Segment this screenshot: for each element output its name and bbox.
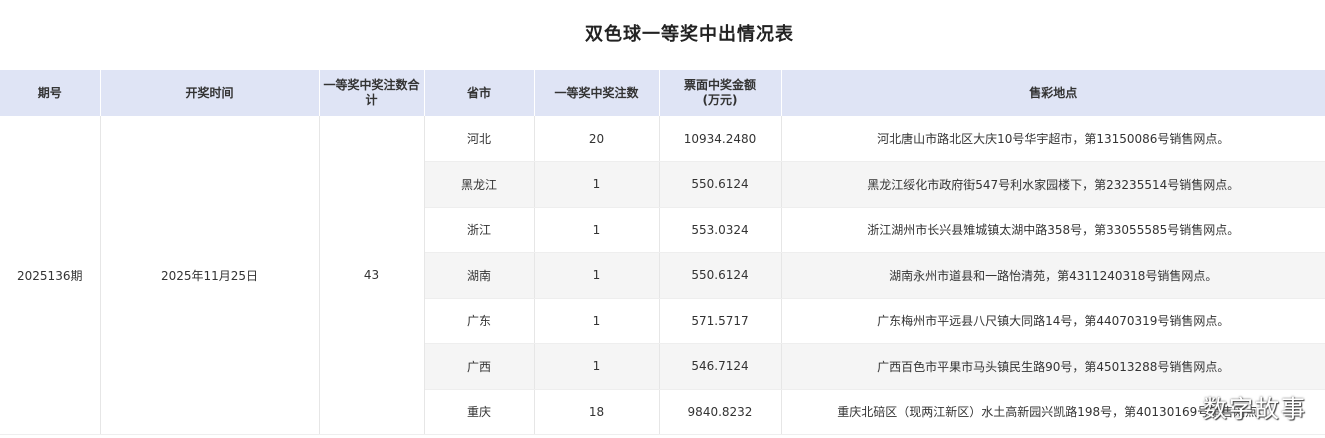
amount-cell: 553.0324 [659,207,782,253]
page-title: 双色球一等奖中出情况表 [585,24,794,45]
winners-cell: 1 [534,298,660,344]
header-winners: 一等奖中奖注数 [534,70,660,116]
winners-cell: 20 [534,116,660,162]
issue-cell: 2025136期 [0,116,101,435]
province-cell: 黑龙江 [424,161,535,208]
location-cell: 黑龙江绥化市政府街547号利水家园楼下，第23235514号销售网点。 [781,161,1325,208]
province-cell: 重庆 [424,389,535,435]
amount-cell: 9840.8232 [659,389,782,435]
header-amount-line1: 票面中奖金额 [683,78,756,92]
amount-cell: 546.7124 [659,343,782,390]
table-header-row: 期号 开奖时间 一等奖中奖注数合计 省市 一等奖中奖注数 票面中奖金额 (万元)… [0,70,1325,116]
header-total-winners: 一等奖中奖注数合计 [319,70,425,116]
amount-cell: 550.6124 [659,252,782,299]
winners-cell: 1 [534,252,660,299]
header-issue: 期号 [0,70,101,116]
header-location: 售彩地点 [781,70,1325,116]
watermark: 数字故事 [1203,395,1307,423]
header-draw-time: 开奖时间 [100,70,320,116]
location-cell: 湖南永州市道县和一路怡清苑，第4311240318号销售网点。 [781,252,1325,299]
header-province: 省市 [424,70,535,116]
province-cell: 广西 [424,343,535,390]
winners-cell: 1 [534,161,660,208]
winners-cell: 1 [534,207,660,253]
draw-time-cell: 2025年11月25日 [100,116,320,435]
province-cell: 河北 [424,116,535,162]
winners-cell: 1 [534,343,660,390]
table-row: 2025136期 2025年11月25日 43 河北 20 10934.2480… [0,116,1325,435]
amount-cell: 550.6124 [659,161,782,208]
province-cell: 湖南 [424,252,535,299]
header-amount: 票面中奖金额 (万元) [659,70,782,116]
amount-cell: 571.5717 [659,298,782,344]
total-winners-cell: 43 [319,116,425,435]
location-cell: 广东梅州市平远县八尺镇大同路14号，第44070319号销售网点。 [781,298,1325,344]
location-cell: 浙江湖州市长兴县雉城镇太湖中路358号，第33055585号销售网点。 [781,207,1325,253]
winners-cell: 18 [534,389,660,435]
location-cell: 广西百色市平果市马头镇民生路90号，第45013288号销售网点。 [781,343,1325,390]
province-cell: 广东 [424,298,535,344]
location-cell: 河北唐山市路北区大庆10号华宇超市，第13150086号销售网点。 [781,116,1325,162]
lottery-table: 期号 开奖时间 一等奖中奖注数合计 省市 一等奖中奖注数 票面中奖金额 (万元)… [0,70,1325,435]
province-cell: 浙江 [424,207,535,253]
header-amount-line2: (万元) [702,93,738,107]
amount-cell: 10934.2480 [659,116,782,162]
